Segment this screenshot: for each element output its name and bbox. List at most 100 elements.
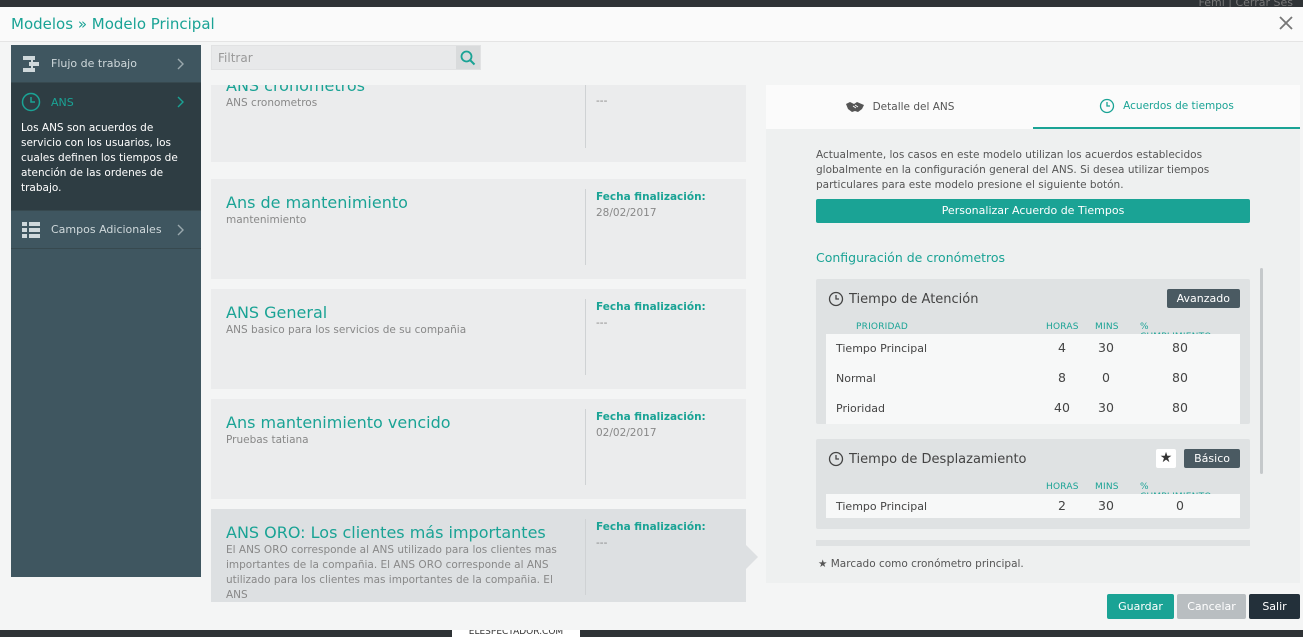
timer-card-next xyxy=(816,540,1250,546)
row-hours: 2 xyxy=(1058,498,1066,513)
ans-card-end-label: Fecha finalización: xyxy=(596,191,706,203)
timer-card: Tiempo de Atención Avanzado PRIORIDAD HO… xyxy=(816,279,1250,424)
ans-card-end-date: 02/02/2017 xyxy=(596,427,657,439)
tab-label: Acuerdos de tiempos xyxy=(1123,100,1234,112)
ans-card-end-date: --- xyxy=(596,95,608,107)
background-bottom-bar: ELESPECTADOR.COM xyxy=(0,627,1303,637)
ans-list: ANS cronometros ANS cronometros --- Ans … xyxy=(211,85,746,602)
clock-icon xyxy=(21,92,41,112)
sidebar-item-label: Campos Adicionales xyxy=(51,223,162,236)
clock-icon xyxy=(828,451,844,467)
row-priority: Prioridad xyxy=(836,402,886,415)
breadcrumb-separator: » xyxy=(77,15,87,33)
row-priority: Tiempo Principal xyxy=(836,500,928,513)
ans-card-title: Ans mantenimiento vencido xyxy=(226,413,451,432)
sidebar-item-label: Flujo de trabajo xyxy=(51,57,137,70)
row-compliance: 0 xyxy=(1176,498,1184,513)
ans-card-desc: Pruebas tatiana xyxy=(226,434,309,446)
ans-card-end-date: --- xyxy=(596,537,608,549)
row-hours: 4 xyxy=(1058,340,1066,355)
card-divider xyxy=(585,519,586,595)
ans-card-title: ANS cronometros xyxy=(226,85,365,95)
intro-text: Actualmente, los casos en este modelo ut… xyxy=(816,149,1210,191)
tab-ans-detail[interactable]: Detalle del ANS xyxy=(766,85,1033,129)
ans-detail-panel: Detalle del ANS Acuerdos de tiempos Actu… xyxy=(766,85,1300,583)
row-priority: Normal xyxy=(836,372,876,385)
cancel-button[interactable]: Cancelar xyxy=(1177,594,1246,619)
card-divider xyxy=(585,299,586,375)
handshake-icon xyxy=(845,102,864,112)
timer-title-text: Tiempo de Atención xyxy=(849,291,979,307)
timer-card: Tiempo de Desplazamiento ★ Básico HORAS … xyxy=(816,439,1250,529)
save-button[interactable]: Guardar xyxy=(1107,594,1174,619)
search-icon xyxy=(460,50,476,65)
timer-title-text: Tiempo de Desplazamiento xyxy=(849,451,1027,467)
row-compliance: 80 xyxy=(1172,370,1188,385)
row-priority: Tiempo Principal xyxy=(836,342,928,355)
row-compliance: 80 xyxy=(1172,340,1188,355)
breadcrumb-root[interactable]: Modelos xyxy=(11,15,73,33)
list-icon xyxy=(22,221,40,238)
clock-icon xyxy=(1100,98,1115,114)
timer-title: Tiempo de Desplazamiento xyxy=(828,451,1027,467)
card-divider xyxy=(585,409,586,485)
timer-row[interactable]: Tiempo Principal 2 30 0 xyxy=(826,494,1240,518)
ans-card[interactable]: ANS cronometros ANS cronometros --- xyxy=(211,85,746,162)
timer-row[interactable]: Normal 8 0 80 xyxy=(826,364,1240,394)
row-compliance: 80 xyxy=(1172,400,1188,415)
timers-scrollbar[interactable] xyxy=(1260,268,1263,474)
modal-header: Modelos » Modelo Principal xyxy=(0,7,1303,42)
ans-card-desc: mantenimiento xyxy=(226,214,307,226)
row-mins: 30 xyxy=(1098,498,1114,513)
col-priority: PRIORIDAD xyxy=(856,322,908,332)
breadcrumb: Modelos » Modelo Principal xyxy=(11,15,215,33)
ans-card-selected[interactable]: ANS ORO: Los clientes más importantes El… xyxy=(211,509,746,602)
ans-card-desc: El ANS ORO corresponde al ANS utilizado … xyxy=(226,544,557,601)
main-timer-star-icon[interactable]: ★ xyxy=(1156,449,1176,468)
customize-agreement-button[interactable]: Personalizar Acuerdo de Tiempos xyxy=(816,199,1250,223)
row-hours: 8 xyxy=(1058,370,1066,385)
timer-mode-button[interactable]: Avanzado xyxy=(1166,289,1240,308)
chevron-right-icon xyxy=(177,96,184,108)
sidebar-item-label: ANS xyxy=(51,95,74,109)
ans-card-desc: ANS cronometros xyxy=(226,97,318,109)
filter-input[interactable] xyxy=(212,46,456,69)
selection-pointer xyxy=(746,545,758,569)
ans-card-end-label: Fecha finalización: xyxy=(596,521,706,533)
sidebar-item-description: Los ANS son acuerdos de servicio con los… xyxy=(21,122,178,194)
filter-box xyxy=(211,45,481,70)
clock-icon xyxy=(828,291,844,307)
timer-mode-button[interactable]: Básico xyxy=(1184,449,1240,468)
timer-row[interactable]: Tiempo Principal 4 30 80 xyxy=(826,334,1240,364)
ans-card-title: Ans de mantenimiento xyxy=(226,193,408,212)
chevron-right-icon xyxy=(177,58,184,70)
timer-title: Tiempo de Atención xyxy=(828,291,979,307)
ans-card[interactable]: ANS General ANS basico para los servicio… xyxy=(211,289,746,389)
row-mins: 30 xyxy=(1098,400,1114,415)
ans-card-end-date: 28/02/2017 xyxy=(596,207,657,219)
timers-config-title: Configuración de cronómetros xyxy=(816,250,1006,265)
sidebar: Flujo de trabajo ANS Los ANS son acuerdo… xyxy=(11,45,201,577)
ans-card-desc: ANS basico para los servicios de su comp… xyxy=(226,324,467,336)
col-mins: MINS xyxy=(1095,322,1119,332)
sidebar-item-additional-fields[interactable]: Campos Adicionales xyxy=(11,211,201,249)
tab-time-agreements[interactable]: Acuerdos de tiempos xyxy=(1033,85,1300,129)
sidebar-item-workflow[interactable]: Flujo de trabajo xyxy=(11,45,201,83)
sidebar-item-ans[interactable]: ANS Los ANS son acuerdos de servicio con… xyxy=(11,83,201,211)
row-mins: 0 xyxy=(1102,370,1110,385)
ans-card-title: ANS General xyxy=(226,303,328,322)
close-icon[interactable] xyxy=(1277,14,1295,32)
row-mins: 30 xyxy=(1098,340,1114,355)
ans-card[interactable]: Ans de mantenimiento mantenimiento Fecha… xyxy=(211,179,746,279)
breadcrumb-current: Modelo Principal xyxy=(91,15,215,33)
workflow-icon xyxy=(23,55,39,72)
timer-row[interactable]: Prioridad 40 30 80 xyxy=(826,394,1240,424)
ans-card[interactable]: Ans mantenimiento vencido Pruebas tatian… xyxy=(211,399,746,499)
main-timer-footnote: ★ Marcado como cronómetro principal. xyxy=(818,558,1024,570)
row-hours: 40 xyxy=(1054,400,1070,415)
search-button[interactable] xyxy=(456,46,480,69)
ans-card-end-label: Fecha finalización: xyxy=(596,411,706,423)
tab-label: Detalle del ANS xyxy=(872,101,955,113)
ans-card-end-date: --- xyxy=(596,317,608,329)
exit-button[interactable]: Salir xyxy=(1249,594,1300,619)
